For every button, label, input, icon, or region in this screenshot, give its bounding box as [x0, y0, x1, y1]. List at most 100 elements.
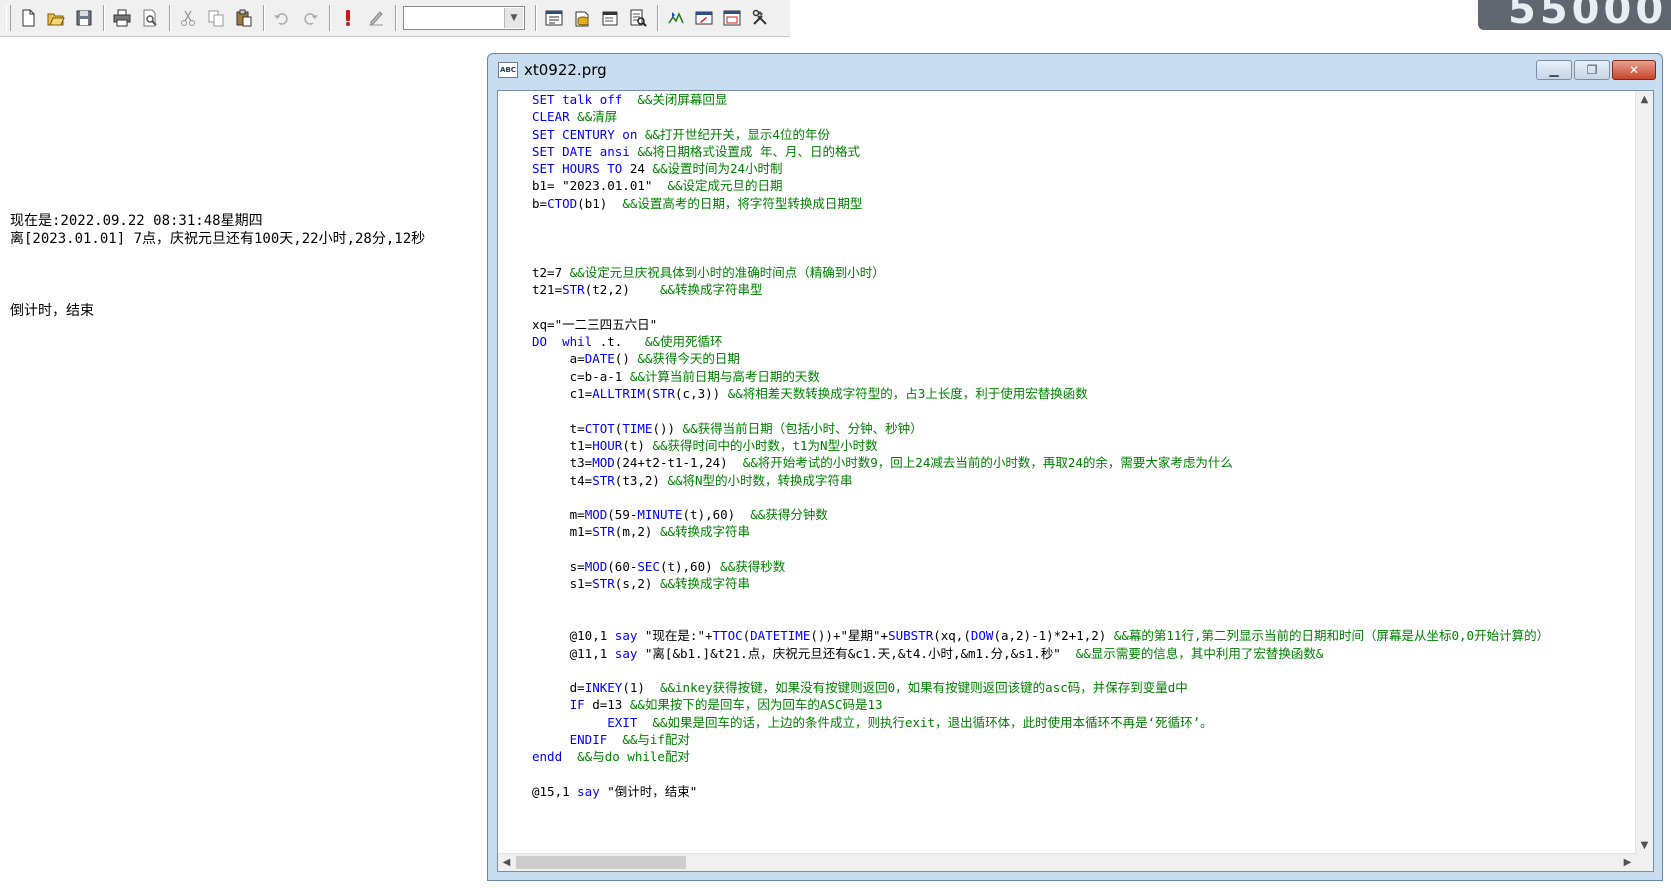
code-view-button[interactable]: [625, 5, 651, 31]
code-comment: &&设置时间为24小时制: [652, 161, 783, 177]
form-designer-button[interactable]: [663, 5, 689, 31]
code-keyword: STR: [592, 576, 615, 592]
code-keyword: SET HOURS TO: [532, 161, 623, 177]
code-line: @10,1 say "现在是:"+TTOC(DATETIME())+"星期"+S…: [532, 627, 1549, 644]
editor-titlebar[interactable]: ABC xt0922.prg ▁ ❐ ✕: [488, 54, 1662, 86]
code-line: t2=7 &&设定元旦庆祝具体到小时的准确时间点（精确到小时）: [532, 264, 1549, 281]
code-text: (59-: [607, 507, 638, 523]
standard-toolbar: ▼: [0, 0, 790, 37]
toolbar-combo[interactable]: ▼: [403, 6, 525, 30]
code-text: (60-: [607, 559, 638, 575]
save-button[interactable]: [71, 5, 97, 31]
code-text: (t2,2): [584, 282, 660, 298]
horizontal-scroll-thumb[interactable]: [516, 856, 686, 869]
floppy-disk-icon: [75, 9, 93, 27]
chevron-down-icon[interactable]: ▼: [504, 8, 523, 28]
code-text: (a,2)-1)*2+1,2): [993, 628, 1114, 644]
form-designer-icon: [667, 9, 685, 27]
scroll-right-icon[interactable]: ▶: [1619, 854, 1636, 871]
code-text: b=: [532, 195, 548, 211]
code-text: "离[&b1.]&t21.点，庆祝元旦还有&c1.天,&t4.小时,&m1.分,…: [637, 645, 1076, 661]
maximize-icon: ❐: [1586, 63, 1598, 77]
report-icon: [723, 9, 741, 27]
maximize-button[interactable]: ❐: [1574, 60, 1610, 80]
modify-button[interactable]: [363, 5, 389, 31]
code-line: xq="一二三四五六日": [532, 316, 1549, 333]
new-file-button[interactable]: [15, 5, 41, 31]
code-comment: &&获得今天的日期: [637, 351, 740, 367]
code-text: "倒计时，结束": [599, 783, 698, 799]
report-button[interactable]: [719, 5, 745, 31]
code-text: t21=: [532, 282, 563, 298]
code-line: b=CTOD(b1) &&设置高考的日期，将字符型转换成日期型: [532, 195, 1549, 212]
toolbar-separator: [329, 5, 331, 31]
cut-button[interactable]: [175, 5, 201, 31]
print-button[interactable]: [109, 5, 135, 31]
code-line: SET talk off &&关闭屏幕回显: [532, 91, 1549, 108]
printer-icon: [113, 9, 131, 27]
code-text: (s,2): [614, 576, 660, 592]
redo-button[interactable]: [297, 5, 323, 31]
toolbar-grip[interactable]: [6, 5, 11, 31]
code-text: @15,1: [532, 783, 578, 799]
code-keyword: say: [614, 645, 638, 661]
scroll-left-icon[interactable]: ◀: [498, 854, 515, 871]
code-text: 24: [622, 161, 653, 177]
code-text: m=: [532, 507, 585, 523]
close-button[interactable]: ✕: [1612, 60, 1656, 80]
code-comment: &&清屏: [569, 109, 618, 125]
code-comment: &&转换成字符串型: [659, 282, 763, 298]
code-keyword: endd: [532, 749, 563, 765]
code-line: c=b-a-1 &&计算当前日期与高考日期的天数: [532, 368, 1549, 385]
vertical-scrollbar[interactable]: ▲ ▼: [1635, 91, 1653, 854]
code-keyword: TIME: [622, 420, 653, 436]
undo-button[interactable]: [269, 5, 295, 31]
horizontal-scrollbar[interactable]: ◀ ▶: [498, 853, 1636, 871]
code-text: .t.: [592, 334, 645, 350]
minimize-button[interactable]: ▁: [1536, 60, 1572, 80]
code-keyword: SET DATE ansi: [532, 143, 630, 159]
toolbar-separator: [535, 5, 537, 31]
code-line: t=CTOT(TIME()) &&获得当前日期（包括小时、分钟、秒钟）: [532, 420, 1549, 437]
properties-button[interactable]: [597, 5, 623, 31]
code-text: d=13: [584, 697, 630, 713]
code-comment: &&计算当前日期与高考日期的天数: [629, 368, 820, 384]
code-keyword: STR: [562, 282, 585, 298]
toolbar-separator: [395, 5, 397, 31]
code-comment: &&如果是回车的话，上边的条件成立，则执行exit，退出循环体，此时使用本循环不…: [637, 714, 1213, 730]
toolbar-separator: [263, 5, 265, 31]
exclamation-icon: [339, 9, 357, 27]
editor-text-area[interactable]: SET talk off &&关闭屏幕回显 CLEAR &&清屏 SET CENTU…: [497, 90, 1654, 872]
code-keyword: MOD: [584, 559, 608, 575]
code-text: (t): [622, 437, 653, 453]
database-button[interactable]: [569, 5, 595, 31]
command-window-button[interactable]: [541, 5, 567, 31]
editor-title: xt0922.prg: [524, 61, 607, 79]
code-text: c=b-a-1: [532, 368, 630, 384]
print-preview-button[interactable]: [137, 5, 163, 31]
run-button[interactable]: [335, 5, 361, 31]
command-window-icon: [545, 9, 563, 27]
scroll-up-icon[interactable]: ▲: [1636, 91, 1653, 108]
scroll-down-icon[interactable]: ▼: [1636, 837, 1653, 854]
code-keyword: CLEAR: [532, 109, 570, 125]
code-text: a=: [532, 351, 585, 367]
form-wizard-button[interactable]: [691, 5, 717, 31]
code-line: a=DATE() &&获得今天的日期: [532, 350, 1549, 367]
code-comment: &&显示需要的信息，其中利用了宏替换函数&: [1075, 645, 1324, 661]
paste-button[interactable]: [231, 5, 257, 31]
copy-button[interactable]: [203, 5, 229, 31]
code-text: c1=: [532, 386, 593, 402]
code-keyword: DATE: [584, 351, 615, 367]
code-text: @11,1: [532, 645, 615, 661]
code-text: t=: [532, 420, 585, 436]
code-text: t4=: [532, 472, 593, 488]
tools-button[interactable]: [747, 5, 773, 31]
code-line: SET CENTURY on &&打开世纪开关，显示4位的年份: [532, 126, 1549, 143]
code-text: m1=: [532, 524, 593, 540]
corner-overlay-badge: 55000: [1478, 0, 1671, 30]
code-keyword: MINUTE: [637, 507, 683, 523]
open-file-button[interactable]: [43, 5, 69, 31]
